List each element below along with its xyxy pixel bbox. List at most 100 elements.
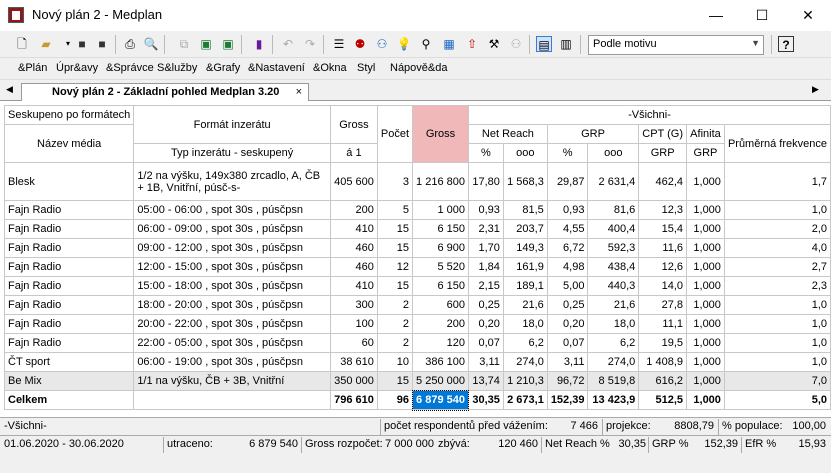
table-row[interactable]: Fajn Radio 05:00 - 06:00 , spot 30s , pú… bbox=[3, 200, 831, 220]
cell-freq[interactable]: 1,7 bbox=[723, 162, 831, 201]
tab-plan-view[interactable]: Nový plán 2 - Základní pohled Medplan 3.… bbox=[21, 83, 309, 101]
help-button[interactable]: ? bbox=[778, 36, 794, 52]
cell-format[interactable]: 15:00 - 18:00 , spot 30s , púsčpsn bbox=[133, 276, 331, 296]
cell-format[interactable]: 09:00 - 12:00 , spot 30s , púsčpsn bbox=[133, 238, 331, 258]
cell-nr-ooo[interactable]: 149,3 bbox=[502, 238, 548, 258]
view-chart-icon[interactable]: ▤ bbox=[536, 36, 552, 52]
cell-media[interactable]: Be Mix bbox=[3, 371, 135, 391]
save-icon[interactable]: ■ bbox=[74, 36, 90, 52]
motif-select[interactable]: Podle motivu ▼ bbox=[588, 35, 764, 55]
cell-grp-pct[interactable]: 0,25 bbox=[546, 295, 589, 315]
cell-format[interactable]: 18:00 - 20:00 , spot 30s , púsčpsn bbox=[133, 295, 331, 315]
print-icon[interactable]: ⎙ bbox=[122, 36, 138, 52]
cell-grp-ooo[interactable]: 2 631,4 bbox=[587, 162, 640, 201]
gross2-header[interactable]: Gross bbox=[412, 105, 469, 163]
cell-grp-ooo[interactable]: 8 519,8 bbox=[587, 371, 640, 391]
view-table-icon[interactable]: ▥ bbox=[558, 36, 574, 52]
open-folder-icon[interactable]: ▰ bbox=[38, 36, 54, 52]
cell-grp-pct[interactable]: 96,72 bbox=[546, 371, 589, 391]
cell-grp-ooo[interactable]: 592,3 bbox=[587, 238, 640, 258]
cell-freq[interactable]: 2,3 bbox=[723, 276, 831, 296]
cell-media[interactable]: Fajn Radio bbox=[3, 219, 135, 239]
cell-afinita[interactable]: 1,000 bbox=[686, 276, 725, 296]
cell-count[interactable]: 3 bbox=[376, 162, 414, 201]
cell-gross2[interactable]: 5 250 000 bbox=[412, 371, 469, 391]
cell-afinita[interactable]: 1,000 bbox=[686, 371, 725, 391]
cell-gross2[interactable]: 600 bbox=[412, 295, 469, 315]
medplan-icon[interactable]: ▮ bbox=[251, 36, 267, 52]
cell-media[interactable]: Fajn Radio bbox=[3, 333, 135, 353]
cell-nr-pct[interactable]: 2,15 bbox=[467, 276, 504, 296]
cell-format[interactable]: 05:00 - 06:00 , spot 30s , púsčpsn bbox=[133, 200, 331, 220]
excel-import-icon[interactable]: ▣ bbox=[220, 36, 236, 52]
netreach-header[interactable]: Net Reach bbox=[467, 124, 548, 144]
cell-cpt[interactable]: 616,2 bbox=[638, 371, 687, 391]
cell-freq[interactable]: 1,0 bbox=[723, 333, 831, 353]
cell-media[interactable]: ČT sport bbox=[3, 352, 135, 372]
cell-nr-ooo[interactable]: 1 210,3 bbox=[502, 371, 548, 391]
cell-format[interactable]: 1/1 na výšku, ČB + 3B, Vnitřní bbox=[133, 371, 331, 391]
table-row[interactable]: Fajn Radio 18:00 - 20:00 , spot 30s , pú… bbox=[3, 295, 831, 315]
close-button[interactable]: ✕ bbox=[785, 0, 831, 31]
cell-cpt[interactable]: 15,4 bbox=[638, 219, 687, 239]
cell-count[interactable]: 2 bbox=[376, 295, 414, 315]
cell-freq[interactable]: 1,0 bbox=[723, 314, 831, 334]
cell-grp-pct[interactable]: 6,72 bbox=[546, 238, 589, 258]
cell-grp-pct[interactable]: 4,55 bbox=[546, 219, 589, 239]
cell-count[interactable]: 5 bbox=[376, 200, 414, 220]
cell-nr-pct[interactable]: 0,93 bbox=[467, 200, 504, 220]
cell-nr-ooo[interactable]: 6,2 bbox=[502, 333, 548, 353]
excel-export-icon[interactable]: ▣ bbox=[198, 36, 214, 52]
cell-gross2[interactable]: 120 bbox=[412, 333, 469, 353]
cell-gross2[interactable]: 1 216 800 bbox=[412, 162, 469, 201]
cell-grp-pct[interactable]: 0,93 bbox=[546, 200, 589, 220]
cell-nr-pct[interactable]: 13,74 bbox=[467, 371, 504, 391]
cell-freq[interactable]: 7,0 bbox=[723, 371, 831, 391]
table-row[interactable]: ČT sport 06:00 - 19:00 , spot 30s , púsč… bbox=[3, 352, 831, 372]
gross-header[interactable]: Gross bbox=[329, 105, 378, 144]
cell-nr-ooo[interactable]: 274,0 bbox=[502, 352, 548, 372]
table-row[interactable]: Fajn Radio 06:00 - 09:00 , spot 30s , pú… bbox=[3, 219, 831, 239]
menu-help[interactable]: Nápově&da bbox=[390, 62, 448, 74]
cell-cpt[interactable]: 12,3 bbox=[638, 200, 687, 220]
print-preview-icon[interactable]: 🔍 bbox=[143, 36, 159, 52]
cell-freq[interactable]: 2,7 bbox=[723, 257, 831, 277]
table-row[interactable]: Fajn Radio 22:00 - 05:00 , spot 30s , pú… bbox=[3, 333, 831, 353]
cell-count[interactable]: 15 bbox=[376, 238, 414, 258]
cell-format[interactable]: 20:00 - 22:00 , spot 30s , púsčpsn bbox=[133, 314, 331, 334]
format-header[interactable]: Formát inzerátu bbox=[133, 105, 331, 144]
cell-count[interactable]: 2 bbox=[376, 314, 414, 334]
minimize-button[interactable]: — bbox=[693, 0, 739, 31]
cell-gross[interactable]: 460 bbox=[329, 257, 378, 277]
menu-windows[interactable]: &Okna bbox=[313, 62, 347, 74]
cell-cpt[interactable]: 11,6 bbox=[638, 238, 687, 258]
cell-media[interactable]: Fajn Radio bbox=[3, 257, 135, 277]
undo-icon[interactable]: ↶ bbox=[280, 36, 296, 52]
cell-afinita[interactable]: 1,000 bbox=[686, 295, 725, 315]
menu-charts[interactable]: &Grafy bbox=[206, 62, 240, 74]
cell-nr-ooo[interactable]: 1 568,3 bbox=[502, 162, 548, 201]
cell-afinita[interactable]: 1,000 bbox=[686, 352, 725, 372]
cell-cpt[interactable]: 14,0 bbox=[638, 276, 687, 296]
cell-freq[interactable]: 1,0 bbox=[723, 295, 831, 315]
menu-style[interactable]: Styl bbox=[357, 62, 375, 74]
cell-grp-ooo[interactable]: 21,6 bbox=[587, 295, 640, 315]
cell-grp-ooo[interactable]: 81,6 bbox=[587, 200, 640, 220]
cpt-header[interactable]: CPT (G) bbox=[638, 124, 687, 144]
table-row[interactable]: Fajn Radio 12:00 - 15:00 , spot 30s , pú… bbox=[3, 257, 831, 277]
table-row[interactable]: Fajn Radio 15:00 - 18:00 , spot 30s , pú… bbox=[3, 276, 831, 296]
cell-nr-pct[interactable]: 2,31 bbox=[467, 219, 504, 239]
cell-cpt[interactable]: 19,5 bbox=[638, 333, 687, 353]
table-row[interactable]: Fajn Radio 20:00 - 22:00 , spot 30s , pú… bbox=[3, 314, 831, 334]
cell-media[interactable]: Fajn Radio bbox=[3, 238, 135, 258]
cell-freq[interactable]: 4,0 bbox=[723, 238, 831, 258]
cell-nr-pct[interactable]: 1,84 bbox=[467, 257, 504, 277]
cell-media[interactable]: Fajn Radio bbox=[3, 314, 135, 334]
cell-nr-ooo[interactable]: 161,9 bbox=[502, 257, 548, 277]
cell-nr-pct[interactable]: 17,80 bbox=[467, 162, 504, 201]
count-header[interactable]: Počet bbox=[376, 105, 414, 163]
redo-icon[interactable]: ↷ bbox=[302, 36, 318, 52]
cell-grp-pct[interactable]: 3,11 bbox=[546, 352, 589, 372]
cell-gross2[interactable]: 200 bbox=[412, 314, 469, 334]
cell-gross2[interactable]: 6 900 bbox=[412, 238, 469, 258]
